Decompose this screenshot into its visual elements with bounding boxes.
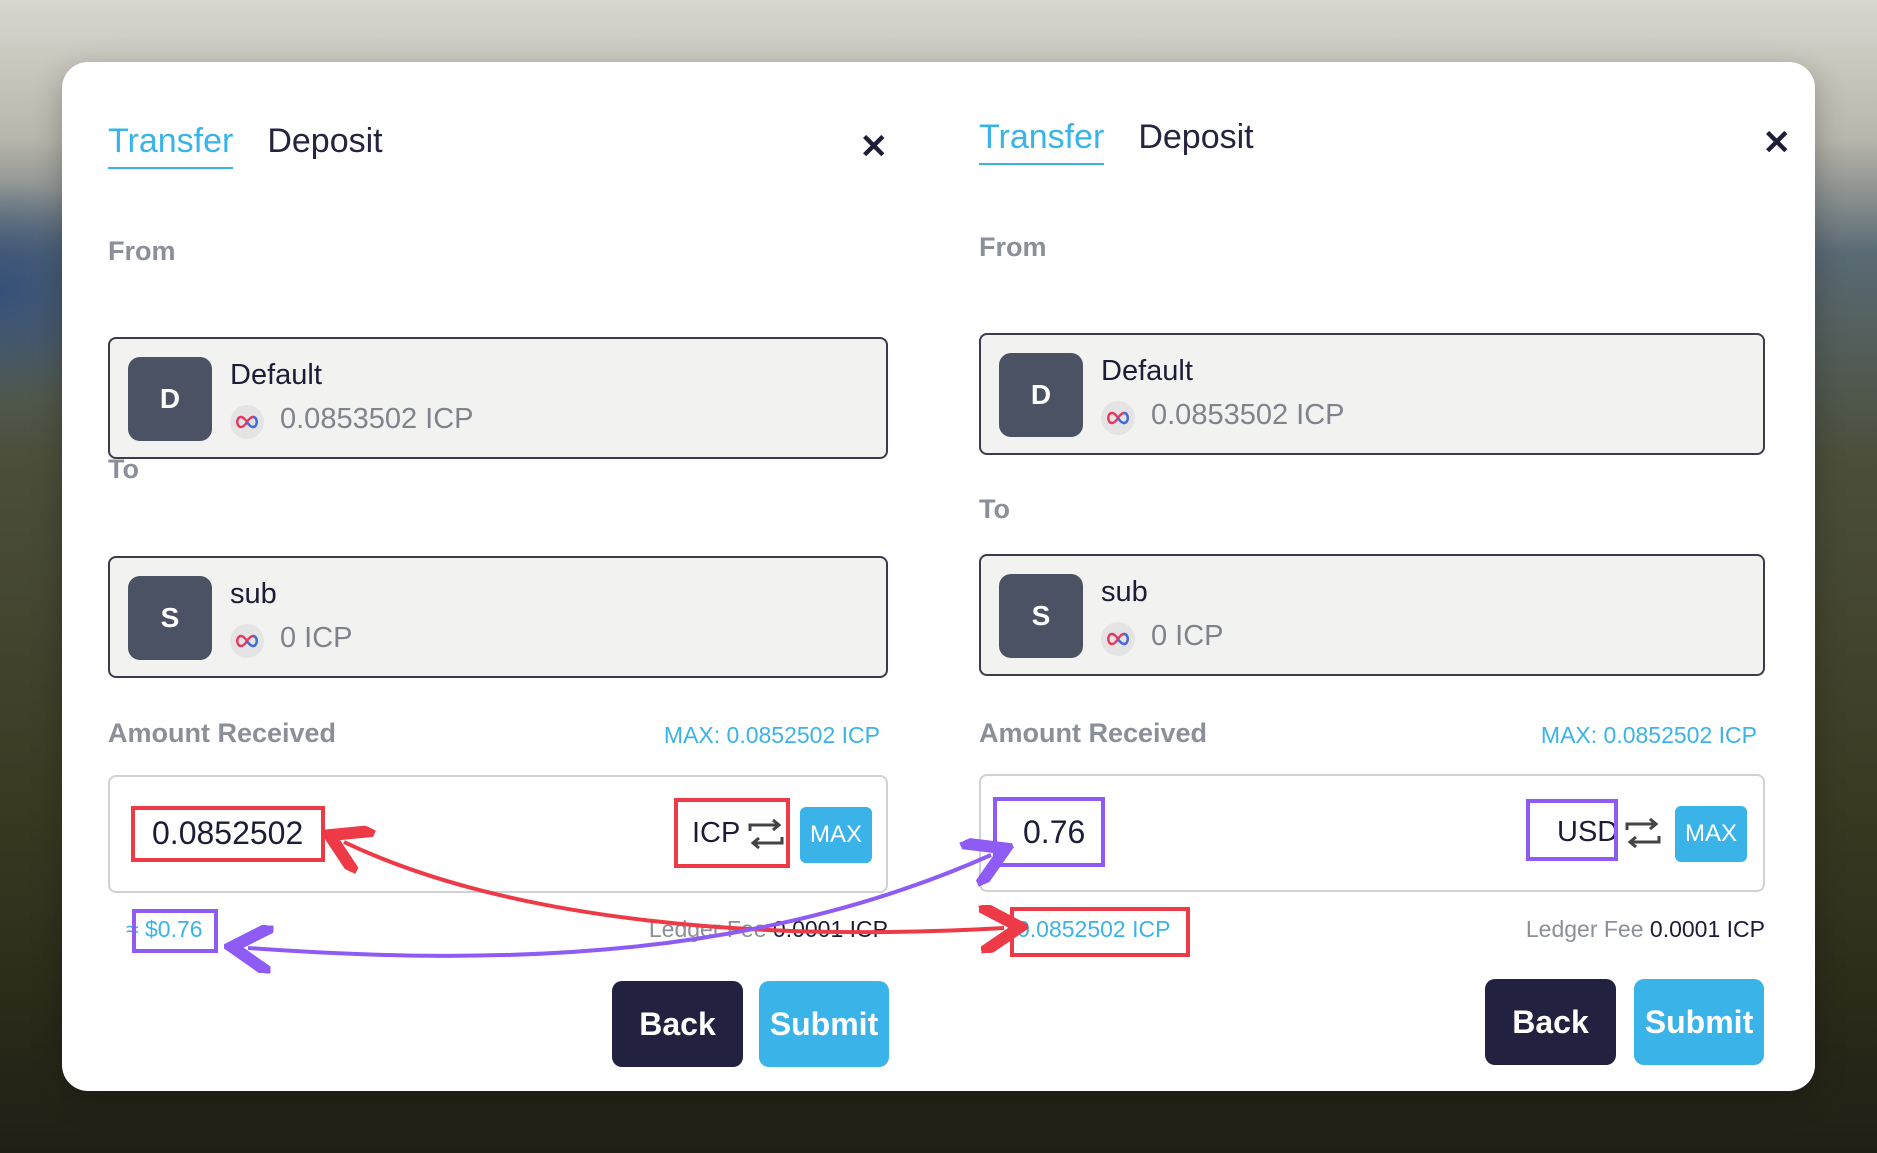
account-balance: 0 ICP <box>1151 620 1224 652</box>
icp-infinity-icon <box>230 624 264 658</box>
close-icon[interactable]: ✕ <box>860 130 889 164</box>
from-account-selector[interactable]: D Default 0.0853502 ICP <box>108 337 888 459</box>
amount-received-label: Amount Received <box>979 718 1208 748</box>
highlight-amount-usd <box>993 797 1105 867</box>
max-button[interactable]: MAX <box>800 807 872 863</box>
account-name: Default <box>230 359 322 391</box>
tab-deposit[interactable]: Deposit <box>1138 118 1253 165</box>
from-label: From <box>108 236 176 266</box>
ledger-fee: Ledger Fee 0.0001 ICP <box>649 916 888 943</box>
highlight-unit-usd <box>1526 799 1618 861</box>
to-label: To <box>979 494 1010 524</box>
from-account-selector[interactable]: D Default 0.0853502 ICP <box>979 333 1765 455</box>
avatar: S <box>999 574 1083 658</box>
ledger-fee-label: Ledger Fee <box>648 916 767 942</box>
transfer-panel-usd: Transfer Deposit ✕ From D Default 0.0853… <box>979 58 1791 1087</box>
ledger-fee-label: Ledger Fee <box>1525 916 1644 942</box>
amount-received-label: Amount Received <box>108 718 337 748</box>
account-balance: 0 ICP <box>280 622 353 654</box>
back-button[interactable]: Back <box>612 981 743 1067</box>
back-button[interactable]: Back <box>1485 979 1616 1065</box>
highlight-equivalent-icp <box>1010 907 1190 957</box>
max-button[interactable]: MAX <box>1675 806 1747 862</box>
account-name: sub <box>1101 576 1148 608</box>
highlight-equivalent-usd <box>132 909 218 953</box>
to-label: To <box>108 454 139 484</box>
tab-deposit[interactable]: Deposit <box>267 122 382 169</box>
icp-infinity-icon <box>230 405 264 439</box>
account-balance: 0.0853502 ICP <box>280 403 474 435</box>
tab-bar: Transfer Deposit <box>108 122 383 169</box>
account-balance: 0.0853502 ICP <box>1151 399 1345 431</box>
to-account-selector[interactable]: S sub 0 ICP <box>108 556 888 678</box>
avatar: S <box>128 576 212 660</box>
submit-button[interactable]: Submit <box>759 981 889 1067</box>
avatar: D <box>999 353 1083 437</box>
tab-transfer[interactable]: Transfer <box>979 118 1105 165</box>
ledger-fee: Ledger Fee 0.0001 ICP <box>1526 916 1765 943</box>
from-label: From <box>979 232 1047 262</box>
highlight-amount-icp <box>131 806 325 862</box>
close-icon[interactable]: ✕ <box>1763 126 1792 160</box>
ledger-fee-value: 0.0001 ICP <box>1649 916 1765 942</box>
highlight-unit-icp <box>674 798 790 868</box>
tab-transfer[interactable]: Transfer <box>108 122 234 169</box>
avatar: D <box>128 357 212 441</box>
ledger-fee-value: 0.0001 ICP <box>772 916 888 942</box>
swap-currency-icon[interactable] <box>1623 816 1663 850</box>
icp-infinity-icon <box>1101 622 1135 656</box>
submit-button[interactable]: Submit <box>1634 979 1764 1065</box>
to-account-selector[interactable]: S sub 0 ICP <box>979 554 1765 676</box>
transfer-comparison-card: Transfer Deposit ✕ From D Default 0.0853… <box>62 62 1815 1091</box>
account-name: Default <box>1101 355 1193 387</box>
max-amount-link[interactable]: MAX: 0.0852502 ICP <box>1541 722 1757 749</box>
account-name: sub <box>230 578 277 610</box>
tab-bar: Transfer Deposit <box>979 118 1254 165</box>
icp-infinity-icon <box>1101 401 1135 435</box>
max-amount-link[interactable]: MAX: 0.0852502 ICP <box>664 722 880 749</box>
transfer-panel-icp: Transfer Deposit ✕ From D Default 0.0853… <box>108 62 889 1091</box>
